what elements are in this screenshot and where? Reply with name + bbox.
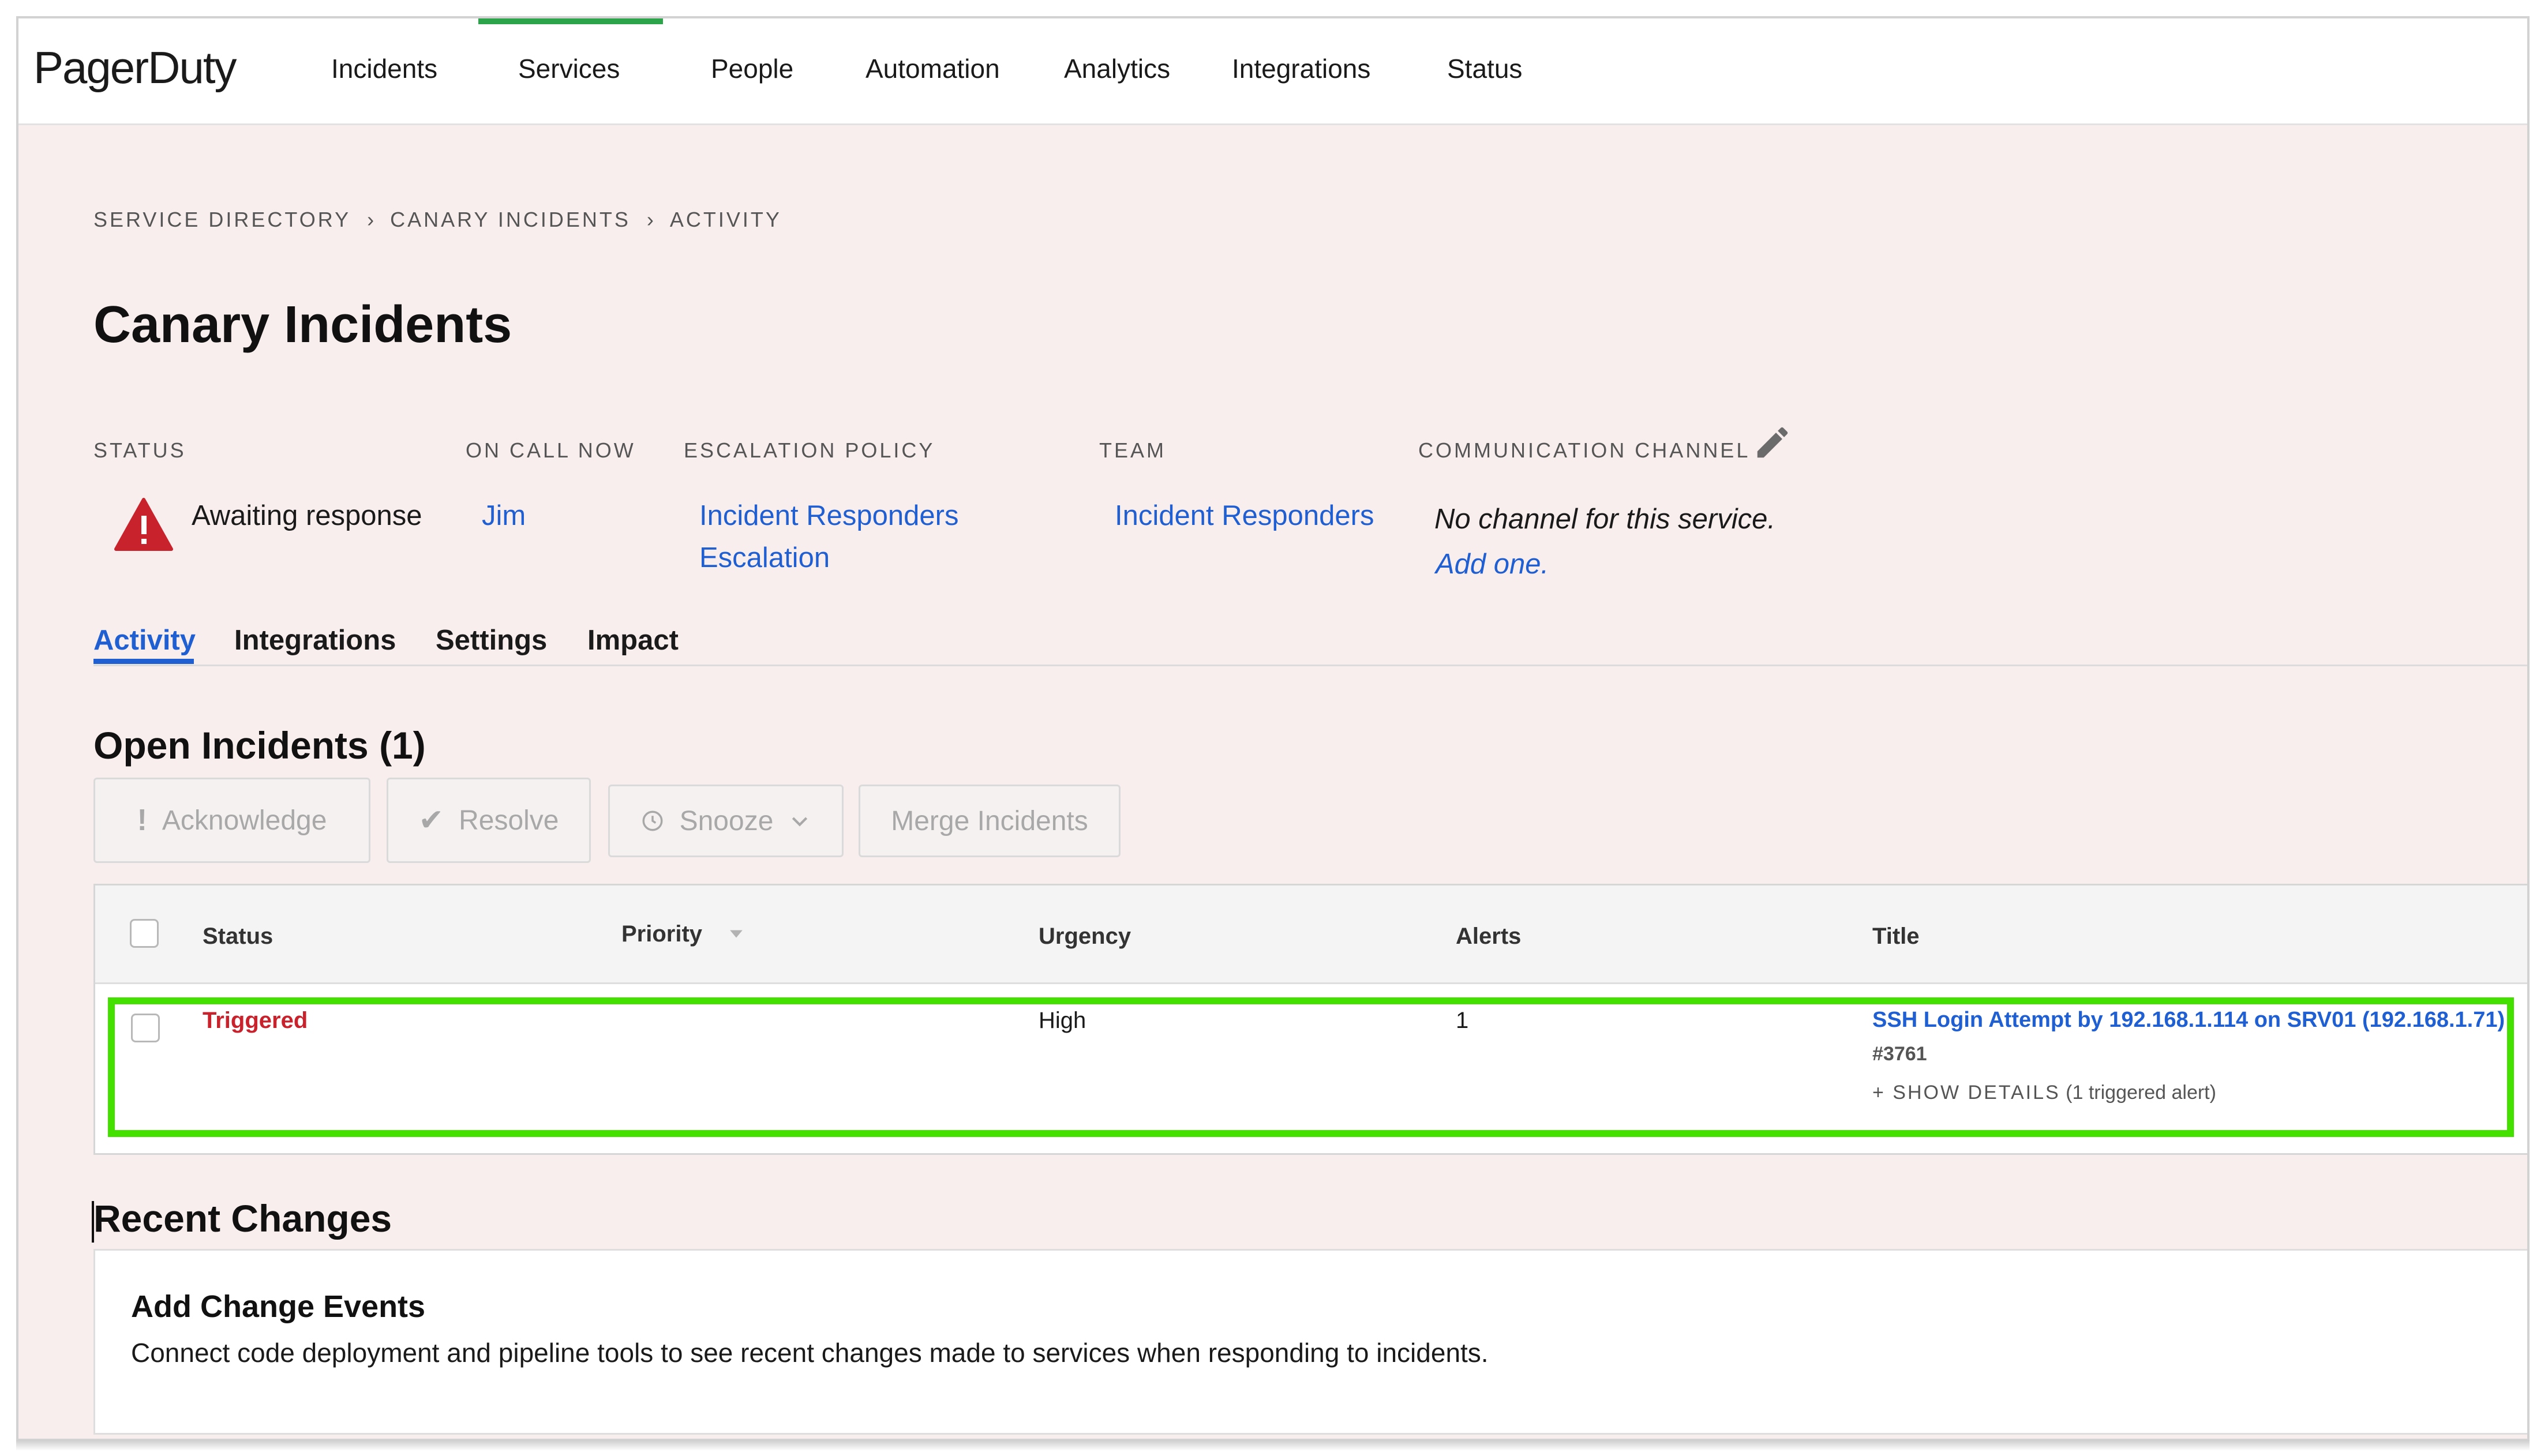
incidents-table: Status Priority Urgency Alerts Title Tri… bbox=[93, 884, 2527, 1155]
nav-incidents[interactable]: Incidents bbox=[331, 53, 437, 84]
status-value: Awaiting response bbox=[192, 500, 422, 531]
column-header-urgency[interactable]: Urgency bbox=[1039, 924, 1131, 950]
breadcrumb-canary-incidents[interactable]: CANARY INCIDENTS bbox=[390, 208, 631, 232]
tab-impact[interactable]: Impact bbox=[587, 624, 679, 656]
snooze-dropdown-button[interactable]: Snooze bbox=[608, 785, 844, 857]
change-events-description: Connect code deployment and pipeline too… bbox=[131, 1338, 1489, 1368]
change-events-card: Add Change Events Connect code deploymen… bbox=[93, 1249, 2527, 1435]
merge-incidents-label: Merge Incidents bbox=[891, 805, 1088, 836]
acknowledge-button[interactable]: ! Acknowledge bbox=[93, 778, 370, 863]
on-call-label: ON CALL NOW bbox=[466, 438, 636, 462]
on-call-user-link[interactable]: Jim bbox=[482, 500, 526, 532]
top-nav: PagerDuty Incidents Services People Auto… bbox=[18, 18, 2527, 125]
tab-settings[interactable]: Settings bbox=[436, 624, 547, 656]
status-label: STATUS bbox=[93, 438, 186, 462]
column-header-alerts[interactable]: Alerts bbox=[1456, 924, 1521, 950]
recent-changes-heading: Recent Changes bbox=[93, 1197, 392, 1240]
add-channel-link[interactable]: Add one. bbox=[1436, 548, 1549, 580]
chevron-down-icon bbox=[792, 817, 808, 827]
breadcrumb-service-directory[interactable]: SERVICE DIRECTORY bbox=[93, 208, 351, 232]
nav-active-indicator bbox=[478, 18, 663, 24]
resolve-label: Resolve bbox=[459, 805, 559, 836]
warning-triangle-icon bbox=[114, 498, 173, 551]
merge-incidents-button[interactable]: Merge Incidents bbox=[859, 785, 1121, 857]
nav-integrations[interactable]: Integrations bbox=[1232, 53, 1370, 84]
select-all-checkbox[interactable] bbox=[130, 919, 159, 948]
breadcrumb-separator: › bbox=[646, 208, 654, 231]
active-tab-indicator bbox=[93, 659, 194, 664]
page-title: Canary Incidents bbox=[93, 296, 512, 354]
breadcrumb-activity: ACTIVITY bbox=[669, 208, 782, 231]
nav-analytics[interactable]: Analytics bbox=[1064, 53, 1170, 84]
team-label: TEAM bbox=[1099, 438, 1167, 462]
tab-activity[interactable]: Activity bbox=[93, 624, 196, 656]
column-header-priority[interactable]: Priority bbox=[621, 921, 702, 947]
nav-services[interactable]: Services bbox=[518, 53, 620, 84]
breadcrumb: SERVICE DIRECTORY › CANARY INCIDENTS › A… bbox=[93, 208, 782, 232]
open-incidents-heading: Open Incidents (1) bbox=[93, 724, 426, 767]
tab-integrations[interactable]: Integrations bbox=[234, 624, 396, 656]
column-header-title[interactable]: Title bbox=[1872, 924, 1920, 950]
nav-status[interactable]: Status bbox=[1447, 53, 1522, 84]
escalation-policy-link[interactable]: Incident Responders bbox=[699, 500, 958, 532]
team-link[interactable]: Incident Responders bbox=[1115, 500, 1374, 532]
snooze-label: Snooze bbox=[679, 805, 774, 836]
sort-down-icon[interactable] bbox=[729, 928, 744, 940]
communication-channel-label: COMMUNICATION CHANNEL bbox=[1418, 438, 1751, 462]
nav-automation[interactable]: Automation bbox=[865, 53, 1000, 84]
acknowledge-label: Acknowledge bbox=[162, 805, 327, 836]
change-events-title: Add Change Events bbox=[131, 1289, 426, 1324]
app-window: PagerDuty Incidents Services People Auto… bbox=[16, 16, 2530, 1441]
channel-value: No channel for this service. bbox=[1434, 504, 1775, 535]
nav-people[interactable]: People bbox=[711, 53, 793, 84]
escalation-policy-link-line2[interactable]: Escalation bbox=[699, 542, 830, 574]
resolve-button[interactable]: ✔ Resolve bbox=[387, 778, 591, 863]
exclamation-icon: ! bbox=[137, 804, 147, 837]
column-header-status[interactable]: Status bbox=[203, 924, 273, 950]
pencil-icon[interactable] bbox=[1752, 422, 1793, 463]
table-header: Status Priority Urgency Alerts Title bbox=[95, 885, 2527, 984]
clock-icon bbox=[642, 810, 663, 831]
breadcrumb-separator: › bbox=[367, 208, 374, 231]
escalation-policy-label: ESCALATION POLICY bbox=[684, 438, 935, 462]
row-highlight-box bbox=[108, 997, 2514, 1137]
tabs-divider bbox=[93, 665, 2527, 666]
window-shadow bbox=[16, 1440, 2530, 1451]
pagerduty-logo[interactable]: PagerDuty bbox=[33, 42, 237, 94]
checkmark-icon: ✔ bbox=[418, 804, 444, 837]
